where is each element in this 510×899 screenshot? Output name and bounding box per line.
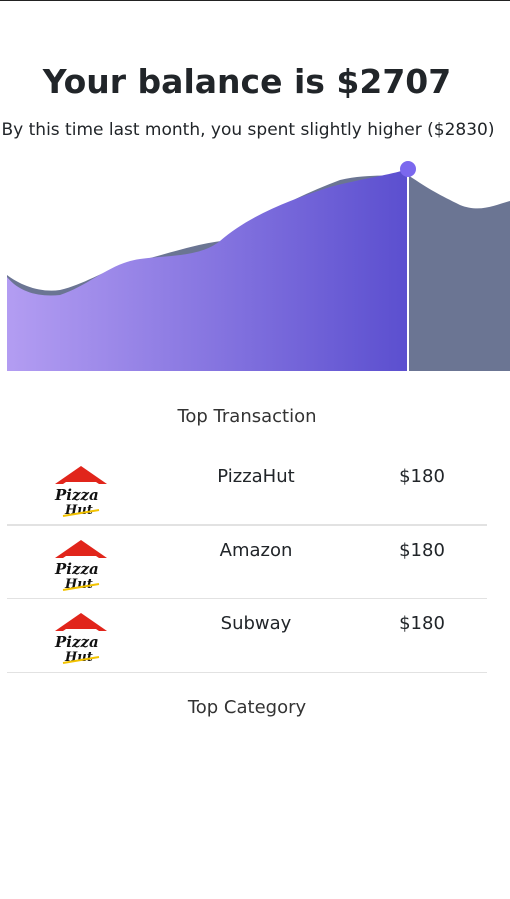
pizza-hut-logo-icon: Pizza Hut [54,613,107,665]
transaction-amount: $180 [399,613,445,634]
transaction-name: PizzaHut [217,466,295,487]
row-divider [7,672,487,673]
top-category-heading: Top Category [187,697,307,718]
current-month-area [7,169,408,371]
transaction-name: Amazon [219,540,293,561]
svg-text:Pizza: Pizza [54,560,99,578]
transaction-amount: $180 [399,466,445,487]
pizza-hut-logo-icon: Pizza Hut [54,540,107,592]
top-border [0,0,510,1]
top-transaction-heading: Top Transaction [177,406,317,427]
svg-text:Pizza: Pizza [54,486,99,504]
current-day-marker[interactable] [400,161,416,177]
transaction-amount: $180 [399,540,445,561]
transaction-row[interactable]: Pizza Hut Subway $180 [7,599,487,672]
balance-area-chart [7,161,510,371]
transaction-row[interactable]: Pizza Hut Amazon $180 [7,526,487,599]
pizza-hut-logo-icon: Pizza Hut [54,466,107,518]
balance-title: Your balance is $2707 [42,62,452,101]
transaction-name: Subway [220,613,292,634]
balance-comparison-text: By this time last month, you spent sligh… [1,120,495,140]
transaction-row[interactable]: Pizza Hut PizzaHut $180 [7,452,487,525]
svg-text:Pizza: Pizza [54,633,99,651]
